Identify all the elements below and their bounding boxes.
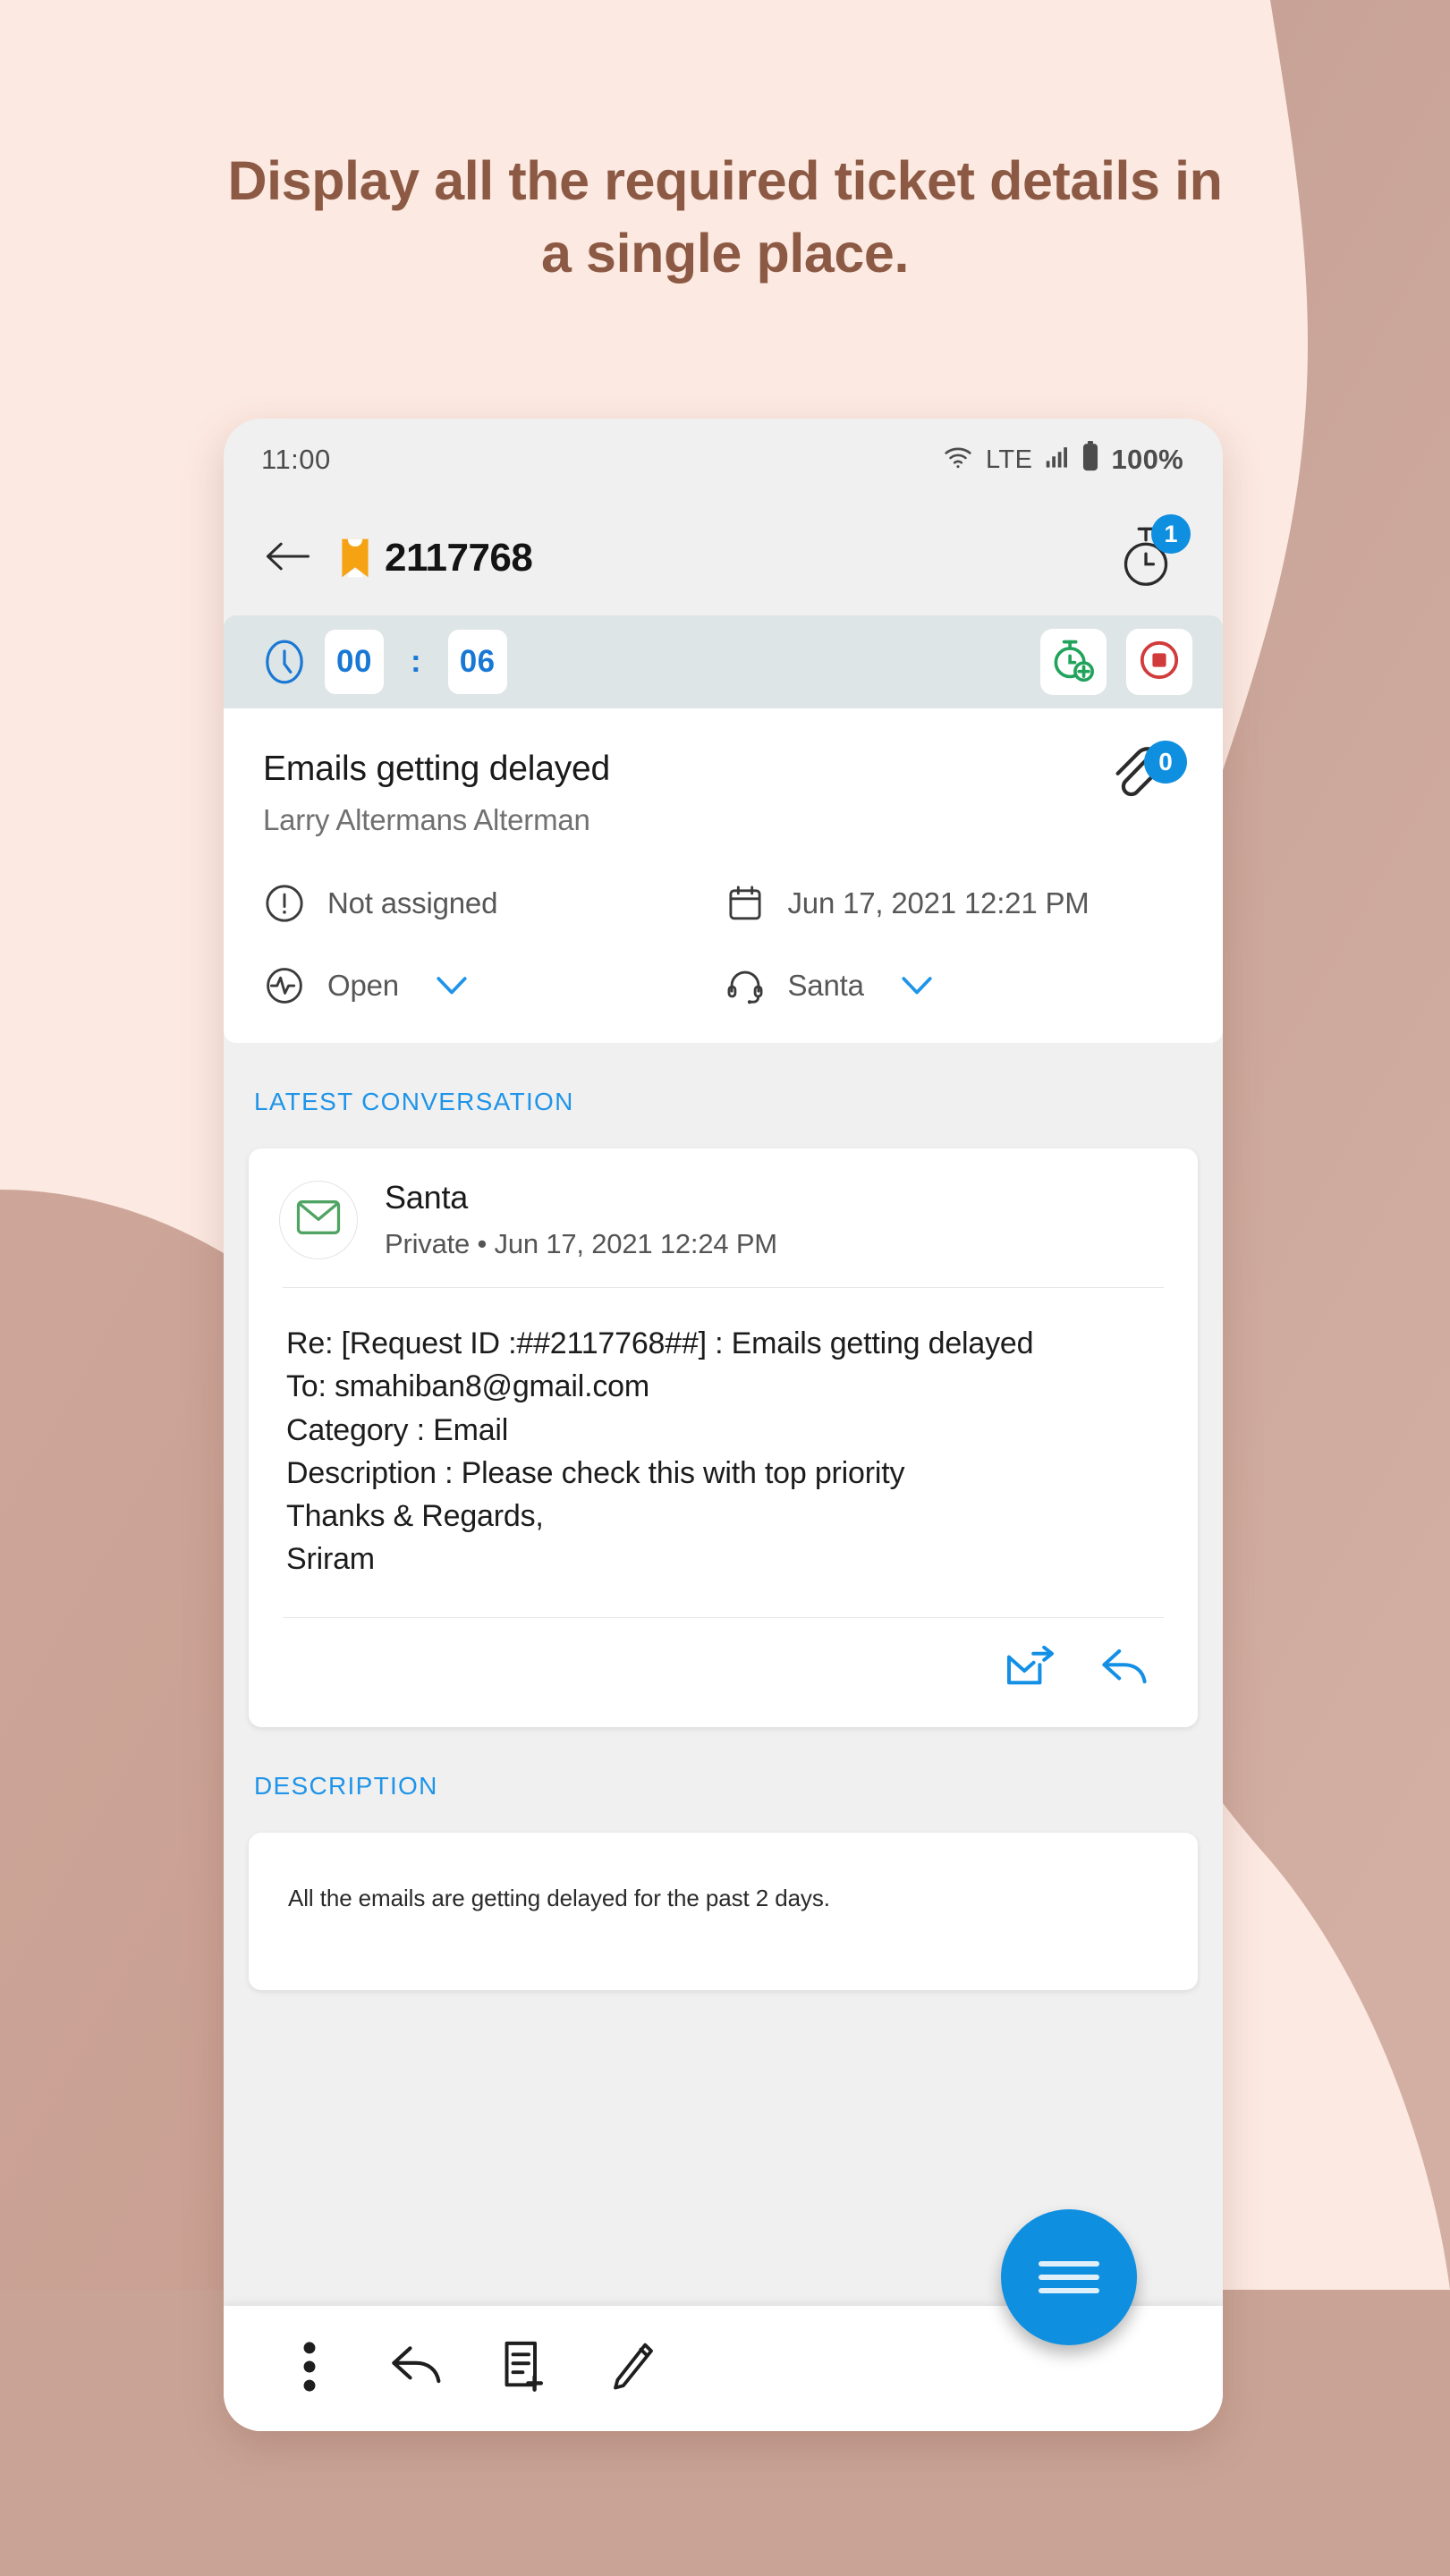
description-card[interactable]: All the emails are getting delayed for t…	[249, 1832, 1198, 1990]
meta-agent-label: Santa	[787, 969, 864, 1002]
stopwatch-add-icon	[1051, 638, 1096, 687]
timer-seconds[interactable]: 06	[447, 630, 507, 694]
app-bar: 2117768 1	[224, 501, 1223, 615]
forward-email-button[interactable]	[1005, 1645, 1056, 1697]
more-options-button[interactable]	[256, 2315, 363, 2422]
reply-button[interactable]	[1099, 1645, 1151, 1697]
attachments-button[interactable]: 0	[1108, 741, 1187, 819]
latest-conversation-label: LATEST CONVERSATION	[254, 1088, 574, 1115]
menu-hamburger-icon	[1039, 2253, 1099, 2301]
back-arrow-icon	[265, 538, 311, 579]
pulse-status-icon	[263, 964, 306, 1007]
meta-duedate-label: Jun 17, 2021 12:21 PM	[787, 886, 1090, 919]
calendar-icon	[724, 882, 767, 925]
network-type: LTE	[985, 445, 1033, 474]
phone-mockup: 11:00 LTE 100% 2117768 1 00: 06 Emails …	[224, 419, 1223, 2431]
email-envelope-icon	[296, 1198, 341, 1241]
add-note-button[interactable]	[471, 2315, 578, 2422]
ticket-id: 2117768	[385, 536, 533, 580]
battery-full-icon	[1081, 441, 1099, 479]
meta-item-agent[interactable]: Santa	[724, 964, 1184, 1007]
ticket-requester: Larry Altermans Alterman	[263, 803, 590, 836]
conversation-actions	[249, 1618, 1198, 1727]
timer-minutes[interactable]: 00	[325, 630, 384, 694]
reply-button[interactable]	[363, 2315, 471, 2422]
more-vertical-icon	[301, 2341, 318, 2396]
headset-agent-icon	[724, 964, 767, 1007]
battery-percent: 100%	[1111, 444, 1183, 475]
conversation-sender: Santa	[385, 1179, 469, 1216]
menu-fab-button[interactable]	[1001, 2209, 1137, 2345]
conversation-card[interactable]: Santa Private • Jun 17, 2021 12:24 PM Re…	[249, 1148, 1198, 1727]
bottom-toolbar	[224, 2209, 1223, 2431]
paperclip-icon	[1108, 747, 1164, 805]
add-note-icon	[500, 2341, 548, 2397]
reply-icon	[389, 2343, 445, 2395]
description-label: DESCRIPTION	[254, 1771, 438, 1800]
ticket-meta-grid: Not assigned Jun 17, 2021 12:21 PM Open …	[263, 882, 1183, 1007]
screen-body: Emails getting delayed Larry Altermans A…	[224, 708, 1223, 2431]
alert-circle-icon	[263, 882, 306, 925]
add-timer-button[interactable]	[1040, 629, 1107, 695]
clock-icon	[261, 639, 308, 685]
meta-item-status[interactable]: Open	[263, 964, 724, 1007]
chevron-down-icon[interactable]	[435, 975, 469, 996]
ticket-bookmark-icon	[340, 538, 370, 579]
conversation-header: Santa Private • Jun 17, 2021 12:24 PM	[249, 1148, 1198, 1287]
edit-button[interactable]	[578, 2315, 685, 2422]
timer-bar: 00 : 06	[224, 615, 1223, 708]
avatar	[279, 1180, 358, 1259]
meta-item-assignee: Not assigned	[263, 882, 724, 925]
stop-recording-icon	[1138, 639, 1181, 686]
back-button[interactable]	[256, 526, 320, 590]
reply-icon	[1100, 1646, 1150, 1695]
chevron-down-icon[interactable]	[900, 975, 934, 996]
status-bar: 11:00 LTE 100%	[224, 419, 1223, 501]
page-title: Display all the required ticket details …	[227, 150, 1223, 284]
time-entries-button[interactable]: 1	[1108, 514, 1191, 597]
meta-item-duedate: Jun 17, 2021 12:21 PM	[724, 882, 1184, 925]
ticket-detail-card: Emails getting delayed Larry Altermans A…	[224, 708, 1223, 1043]
cellular-signal-icon	[1046, 444, 1069, 476]
description-text: All the emails are getting delayed for t…	[288, 1884, 830, 1911]
attachment-count-badge: 0	[1144, 741, 1187, 784]
meta-assignee-label: Not assigned	[327, 886, 498, 919]
edit-pencil-icon	[608, 2341, 655, 2397]
conversation-meta: Private • Jun 17, 2021 12:24 PM	[385, 1228, 777, 1259]
status-time: 11:00	[261, 444, 331, 475]
stop-timer-button[interactable]	[1126, 629, 1192, 695]
ticket-subject: Emails getting delayed	[263, 750, 610, 788]
meta-status-label: Open	[327, 969, 399, 1002]
timer-separator: :	[411, 644, 421, 679]
wifi-icon	[943, 444, 973, 476]
timer-count-badge: 1	[1151, 514, 1191, 554]
conversation-body: Re: [Request ID :##2117768##] : Emails g…	[286, 1326, 1034, 1577]
forward-email-icon	[1005, 1645, 1056, 1695]
